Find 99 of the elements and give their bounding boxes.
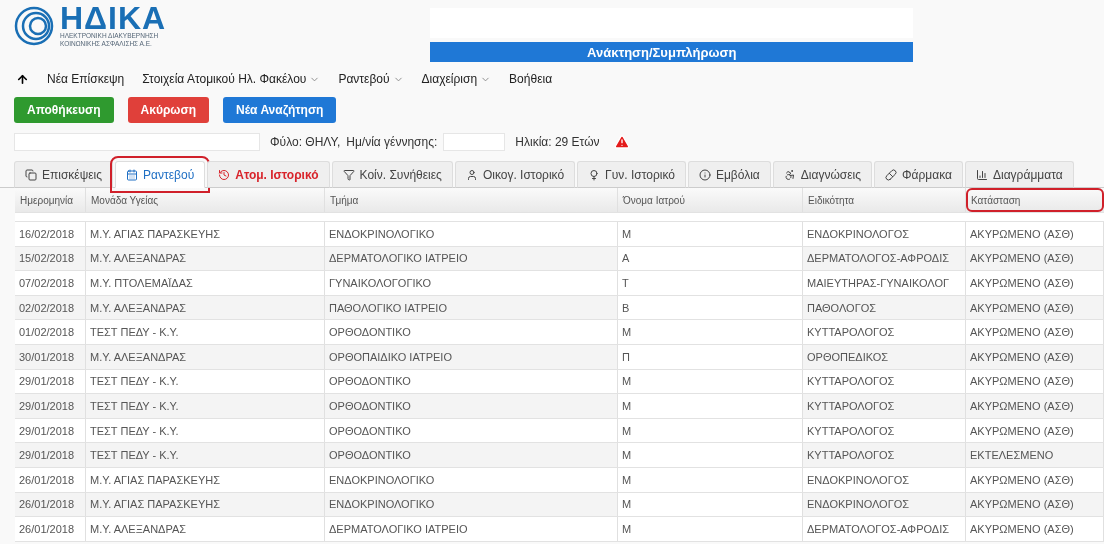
table-cell: ΚΥΤΤΑΡΟΛΟΓΟΣ [803,418,966,443]
table-cell: ΠΑΘΟΛΟΓΟΣ [803,295,966,320]
table-cell: 29/01/2018 [15,418,86,443]
table-cell: ΕΝΔΟΚΡΙΝΟΛΟΓΟΣ [803,492,966,517]
table-cell: ΤΕΣΤ ΠΕΔΥ - Κ.Υ. [86,394,325,418]
table-cell: Μ.Υ. ΑΓΙΑΣ ΠΑΡΑΣΚΕΥΗΣ [86,492,325,517]
tab[interactable]: Οικογ. Ιστορικό [454,161,576,188]
table-cell: ΟΡΘΟΠΕΔΙΚΟΣ [803,344,966,369]
table-cell: Μ.Υ. ΑΛΕΞΑΝΔΡΑΣ [86,246,325,271]
table-cell: Μ.Υ. ΠΤΟΛΕΜΑΪΔΑΣ [86,271,325,295]
calendar-icon [126,168,139,181]
table-cell: 30/01/2018 [15,344,86,369]
table-cell: Μ [618,443,803,467]
chart-icon [976,168,988,181]
birth-date-label: Ημ/νία γέννησης: [346,135,438,149]
tab[interactable]: Ατομ. Ιστορικό [207,161,330,188]
history-icon [218,168,231,181]
table-cell: ΤΕΣΤ ΠΕΔΥ - Κ.Υ. [86,369,325,394]
table-cell: 02/02/2018 [15,295,86,320]
action-button[interactable]: Ακύρωση [127,97,210,123]
tab[interactable]: Εμβόλια [687,161,771,188]
nav-menu-item[interactable]: Βοήθεια [509,72,553,86]
column-header[interactable]: Μονάδα Υγείας [86,188,325,212]
table-cell: ΤΕΣΤ ΠΕΔΥ - Κ.Υ. [86,320,325,344]
table-cell: ΑΚΥΡΩΜΕΝΟ (ΑΣΘ) [966,467,1104,492]
table-cell: ΚΥΤΤΑΡΟΛΟΓΟΣ [803,443,966,467]
arrow-up-icon[interactable] [16,72,29,86]
table-cell: 26/01/2018 [15,517,86,541]
pill-icon [885,168,897,181]
info-icon [698,168,711,181]
table-cell: ΑΚΥΡΩΜΕΝΟ (ΑΣΘ) [966,295,1104,320]
table-cell: Μ [618,492,803,517]
table-cell: ΤΕΣΤ ΠΕΔΥ - Κ.Υ. [86,443,325,467]
column-header[interactable]: Κατάσταση [966,188,1104,212]
table-cell: ΕΝΔΟΚΡΙΝΟΛΟΓΟΣ [803,467,966,492]
logo-name: ΗΔΙΚΑ [60,4,167,32]
table-cell: 26/01/2018 [15,492,86,517]
column-header[interactable]: Ειδικότητα [803,188,966,212]
table-cell: 29/01/2018 [15,369,86,394]
table-cell: 15/02/2018 [15,246,86,271]
nav-menu-item[interactable]: Νέα Επίσκεψη [47,72,125,86]
wheelchair-icon [783,168,796,181]
table-cell: Μ.Υ. ΑΓΙΑΣ ΠΑΡΑΣΚΕΥΗΣ [86,467,325,492]
column-header[interactable]: Όνομα Ιατρού [618,188,803,212]
table-cell: Μ [618,394,803,418]
table-cell: 29/01/2018 [15,394,86,418]
tab[interactable]: Φάρμακα [874,161,963,188]
table-cell: 01/02/2018 [15,320,86,344]
table-cell: ΔΕΡΜΑΤΟΛΟΓΟΣ-ΑΦΡΟΔΙΣ [803,517,966,541]
column-header[interactable]: Τμήμα [325,188,618,212]
sex-label: Φύλο: ΘΗΛΥ, [270,135,341,149]
table-cell: ΑΚΥΡΩΜΕΝΟ (ΑΣΘ) [966,418,1104,443]
table-cell: ΑΚΥΡΩΜΕΝΟ (ΑΣΘ) [966,517,1104,541]
table-cell: ΑΚΥΡΩΜΕΝΟ (ΑΣΘ) [966,344,1104,369]
table-cell: ΔΕΡΜΑΤΟΛΟΓΟΣ-ΑΦΡΟΔΙΣ [803,246,966,271]
table-cell: 07/02/2018 [15,271,86,295]
table-cell: ΤΕΣΤ ΠΕΔΥ - Κ.Υ. [86,418,325,443]
action-button[interactable]: Νέα Αναζήτηση [223,97,337,123]
table-cell: Μ.Υ. ΑΓΙΑΣ ΠΑΡΑΣΚΕΥΗΣ [86,222,325,246]
table-cell: 29/01/2018 [15,443,86,467]
table-cell: ΚΥΤΤΑΡΟΛΟΓΟΣ [803,369,966,394]
table-cell: ΑΚΥΡΩΜΕΝΟ (ΑΣΘ) [966,246,1104,271]
table-cell: ΚΥΤΤΑΡΟΛΟΓΟΣ [803,320,966,344]
tab[interactable]: Επισκέψεις [14,161,114,188]
redacted-field [443,133,506,151]
title-bar: Ανάκτηση/Συμπλήρωση [430,42,913,62]
logo-swirl-icon [12,6,56,46]
nav-menu-item[interactable]: Στοιχεία Ατομικού Ηλ. Φακέλου [142,72,321,86]
female-icon [588,168,601,181]
nav-menu-item[interactable]: Διαχείριση [421,72,492,86]
column-header[interactable]: Ημερομηνία [15,188,86,212]
person-icon [465,168,478,181]
table-cell: ΚΥΤΤΑΡΟΛΟΓΟΣ [803,394,966,418]
action-button[interactable]: Αποθήκευση [14,97,114,123]
funnel-icon [342,168,355,181]
table-cell: ΕΚΤΕΛΕΣΜΕΝΟ [966,443,1104,467]
table-cell: Μ.Υ. ΑΛΕΞΑΝΔΡΑΣ [86,517,325,541]
table-cell: 16/02/2018 [15,222,86,246]
table-cell: 26/01/2018 [15,467,86,492]
table-cell: ΑΚΥΡΩΜΕΝΟ (ΑΣΘ) [966,492,1104,517]
table-cell: Μ.Υ. ΑΛΕΞΑΝΔΡΑΣ [86,295,325,320]
table-cell: ΕΝΔΟΚΡΙΝΟΛΟΓΟΣ [803,222,966,246]
tab[interactable]: Διαγνώσεις [772,161,872,188]
tab[interactable]: Κοίν. Συνήθειες [331,161,453,188]
nav-menu-item[interactable]: Ραντεβού [338,72,404,86]
table-cell: ΑΚΥΡΩΜΕΝΟ (ΑΣΘ) [966,222,1104,246]
copy-icon [25,168,37,181]
age-label: Ηλικία: 29 Ετών [515,135,600,149]
table-cell: ΑΚΥΡΩΜΕΝΟ (ΑΣΘ) [966,394,1104,418]
table-cell: Α [618,246,803,271]
tab[interactable]: Γυν. Ιστορικό [577,161,686,188]
table-cell: Β [618,295,803,320]
table-cell: ΑΚΥΡΩΜΕΝΟ (ΑΣΘ) [966,271,1104,295]
table-cell: ΑΚΥΡΩΜΕΝΟ (ΑΣΘ) [966,369,1104,394]
table-cell: Μ.Υ. ΑΛΕΞΑΝΔΡΑΣ [86,344,325,369]
tab[interactable]: Διαγράμματα [965,161,1074,188]
table-cell: ΑΚΥΡΩΜΕΝΟ (ΑΣΘ) [966,320,1104,344]
table-cell: Π [618,344,803,369]
table-cell: ΜΑΙΕΥΤΗΡΑΣ-ΓΥΝΑΙΚΟΛΟΓ [803,271,966,295]
